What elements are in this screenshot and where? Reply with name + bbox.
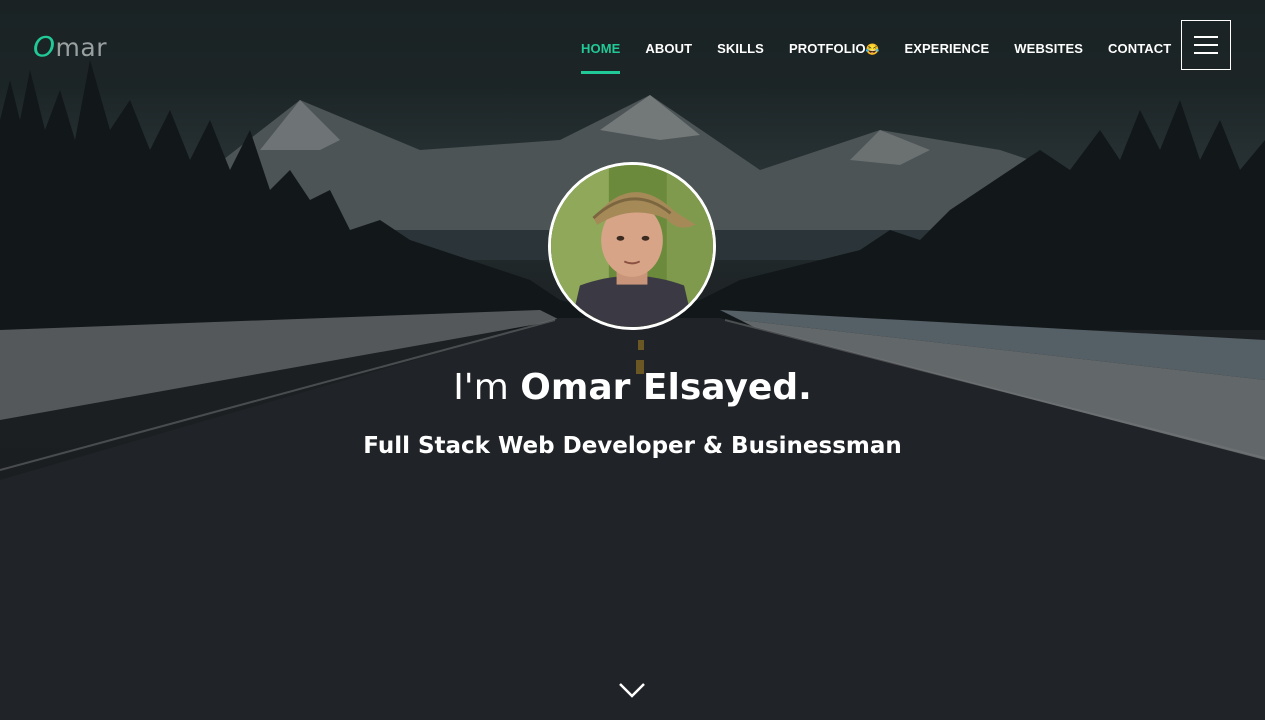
menu-toggle-button[interactable]	[1181, 20, 1231, 70]
nav-item-contact[interactable]: CONTACT	[1108, 41, 1171, 71]
hero-greeting: I'm	[453, 367, 521, 408]
navbar: Omar HOME ABOUT SKILLS PROTFOLIO😂 EXPERI…	[0, 0, 1265, 92]
logo[interactable]: Omar	[33, 30, 107, 65]
dark-overlay	[0, 0, 1265, 720]
nav-item-websites[interactable]: WEBSITES	[1014, 41, 1083, 71]
hero-background	[0, 0, 1265, 720]
scroll-down-button[interactable]	[616, 678, 648, 702]
hero-title: I'm Omar Elsayed.	[0, 364, 1265, 412]
nav-links: HOME ABOUT SKILLS PROTFOLIO😂 EXPERIENCE …	[581, 38, 1171, 74]
nav-item-skills[interactable]: SKILLS	[717, 41, 764, 71]
hamburger-icon-bar	[1194, 44, 1218, 46]
hamburger-icon	[1194, 36, 1218, 38]
chevron-down-icon	[619, 683, 645, 698]
hamburger-icon-bar	[1194, 52, 1218, 54]
nav-item-portfolio[interactable]: PROTFOLIO😂	[789, 41, 880, 71]
nav-item-about[interactable]: ABOUT	[645, 41, 692, 71]
profile-photo	[551, 165, 713, 327]
nav-item-home[interactable]: HOME	[581, 41, 621, 74]
logo-text: mar	[55, 33, 107, 62]
hero-name: Omar Elsayed.	[520, 367, 812, 408]
logo-accent: O	[33, 30, 56, 63]
laughing-emoji-icon: 😂	[865, 44, 880, 56]
hero-subtitle: Full Stack Web Developer & Businessman	[363, 433, 902, 459]
nav-item-portfolio-label: PROTFOLIO	[788, 41, 866, 56]
profile-avatar	[548, 162, 716, 330]
nav-item-experience[interactable]: EXPERIENCE	[904, 41, 989, 71]
